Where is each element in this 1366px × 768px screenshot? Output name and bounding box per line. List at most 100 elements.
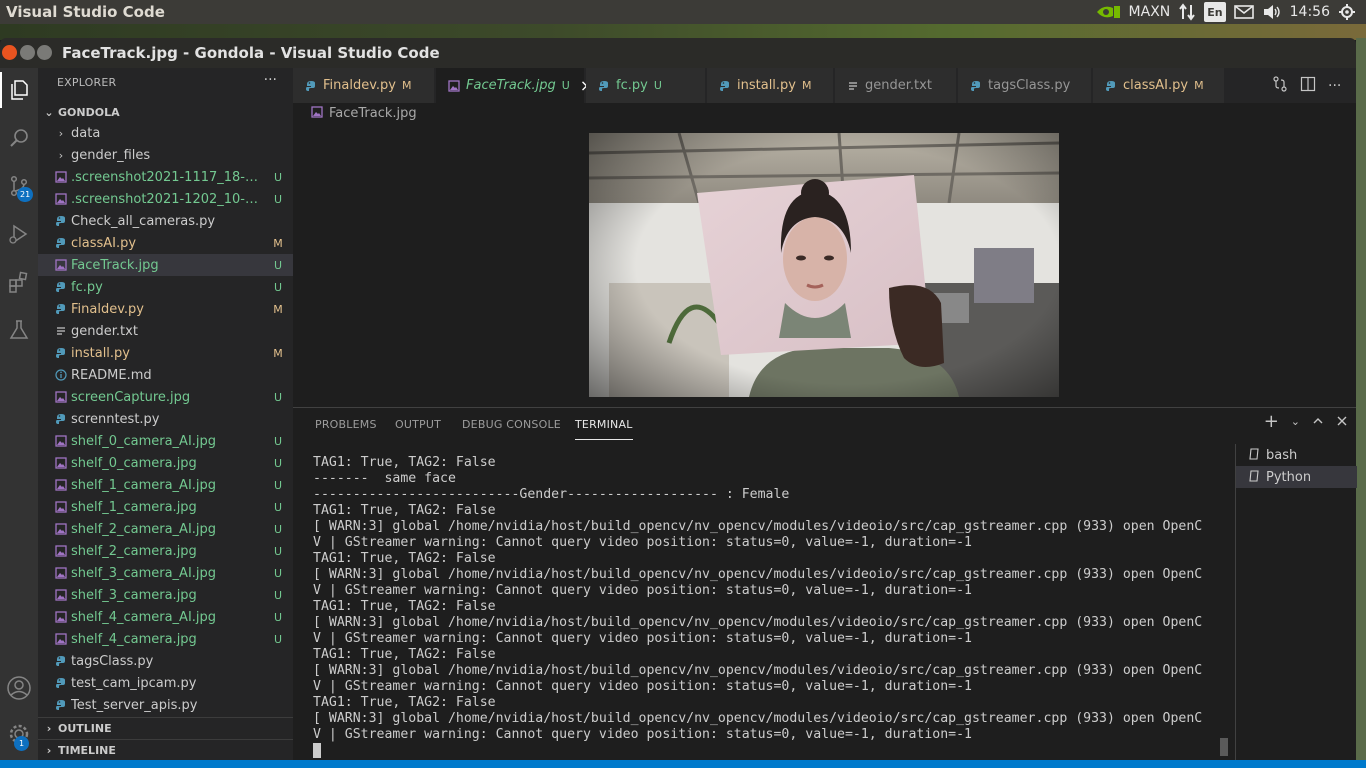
power-mode-label[interactable]: MAXN: [1129, 2, 1171, 22]
file-item[interactable]: README.md: [38, 364, 293, 386]
editor-tab[interactable]: tagsClass.py: [958, 68, 1092, 103]
file-name: data: [71, 125, 101, 141]
terminal-line: [ WARN:3] global /home/nvidia/host/build…: [313, 519, 1203, 534]
terminal-dropdown-icon[interactable]: ⌄: [1291, 415, 1300, 431]
folder-item[interactable]: › data: [38, 122, 293, 144]
tab-terminal[interactable]: TERMINAL: [575, 418, 633, 440]
active-app-title[interactable]: Visual Studio Code: [6, 3, 165, 21]
editor-tab[interactable]: Finaldev.py M: [293, 68, 435, 103]
breadcrumb[interactable]: FaceTrack.jpg: [293, 103, 1356, 123]
tab-label: gender.txt: [865, 78, 932, 93]
network-arrows-icon[interactable]: [1178, 2, 1196, 22]
more-actions-icon[interactable]: ···: [1328, 78, 1341, 94]
editor-tab[interactable]: FaceTrack.jpgU×: [436, 68, 593, 103]
terminal-item-bash[interactable]: bash: [1236, 444, 1357, 466]
image-file-icon: [54, 567, 68, 579]
tab-git-status: M: [1194, 79, 1204, 92]
window-close-button[interactable]: [2, 45, 17, 60]
maximize-panel-icon[interactable]: [1312, 415, 1324, 431]
file-item[interactable]: FaceTrack.jpg U: [38, 254, 293, 276]
keyboard-layout-indicator[interactable]: En: [1204, 2, 1226, 22]
file-item[interactable]: Finaldev.py M: [38, 298, 293, 320]
file-item[interactable]: shelf_0_camera_AI.jpg U: [38, 430, 293, 452]
outline-section[interactable]: › OUTLINE: [38, 717, 293, 739]
window-minimize-button[interactable]: [20, 45, 35, 60]
file-item[interactable]: gender.txt: [38, 320, 293, 342]
terminal-line: ------- same face: [313, 471, 456, 486]
git-status: M: [273, 346, 283, 360]
file-item[interactable]: tagsClass.py: [38, 650, 293, 672]
chevron-down-icon: ⌄: [44, 105, 54, 119]
file-item[interactable]: fc.py U: [38, 276, 293, 298]
power-settings-icon[interactable]: [1338, 2, 1356, 22]
mail-icon[interactable]: [1233, 2, 1254, 22]
python-file-icon: [1105, 80, 1117, 92]
file-name: shelf_3_camera_AI.jpg: [71, 565, 217, 581]
image-file-icon: [54, 611, 68, 623]
file-name: .screenshot2021-1202_10-12-...: [71, 191, 263, 207]
breadcrumb-file[interactable]: FaceTrack.jpg: [329, 106, 417, 121]
file-item[interactable]: shelf_2_camera.jpg U: [38, 540, 293, 562]
image-preview-editor: [293, 123, 1356, 407]
window-title-bar[interactable]: FaceTrack.jpg - Gondola - Visual Studio …: [0, 38, 1356, 68]
timeline-section[interactable]: › TIMELINE: [38, 739, 293, 761]
volume-icon[interactable]: [1262, 2, 1282, 22]
file-item[interactable]: shelf_4_camera.jpg U: [38, 628, 293, 650]
window-maximize-button[interactable]: [37, 45, 52, 60]
account-icon[interactable]: [0, 670, 38, 706]
file-item[interactable]: shelf_1_camera_AI.jpg U: [38, 474, 293, 496]
testing-icon[interactable]: [0, 312, 38, 348]
file-name: screnntest.py: [71, 411, 160, 427]
editor-tab[interactable]: gender.txt: [835, 68, 957, 103]
nvidia-icon[interactable]: [1095, 2, 1121, 22]
face-track-image[interactable]: [589, 133, 1059, 397]
editor-tab[interactable]: fc.py U: [586, 68, 706, 103]
file-name: test_cam_ipcam.py: [71, 675, 197, 691]
git-status: U: [273, 258, 283, 272]
terminal-prompt-line[interactable]: [313, 743, 1213, 761]
tab-debug-console[interactable]: DEBUG CONSOLE: [462, 418, 561, 431]
terminal-output[interactable]: TAG1: True, TAG2: False ------- same face…: [313, 455, 1213, 760]
file-item[interactable]: classAI.py M: [38, 232, 293, 254]
file-item[interactable]: .screenshot2021-1117_18-27-... U: [38, 166, 293, 188]
file-item[interactable]: Check_all_cameras.py: [38, 210, 293, 232]
editor-tab[interactable]: install.py M: [707, 68, 834, 103]
split-editor-icon[interactable]: [1300, 76, 1316, 96]
chevron-right-icon: ›: [58, 148, 64, 162]
manage-gear-icon[interactable]: 1: [0, 716, 38, 752]
file-item[interactable]: Test_server_apis.py: [38, 694, 293, 716]
search-icon[interactable]: [0, 120, 38, 156]
run-debug-icon[interactable]: [0, 216, 38, 252]
file-item[interactable]: install.py M: [38, 342, 293, 364]
explorer-icon[interactable]: [0, 72, 38, 108]
file-item[interactable]: test_cam_ipcam.py: [38, 672, 293, 694]
terminal-scrollbar[interactable]: [1220, 738, 1228, 756]
tab-output[interactable]: OUTPUT: [395, 418, 441, 431]
compare-changes-icon[interactable]: [1272, 75, 1288, 96]
terminal-item-python[interactable]: Python: [1236, 466, 1357, 488]
file-name: shelf_3_camera.jpg: [71, 587, 197, 603]
file-item[interactable]: shelf_3_camera_AI.jpg U: [38, 562, 293, 584]
close-panel-icon[interactable]: [1336, 415, 1348, 431]
tab-problems[interactable]: PROBLEMS: [315, 418, 377, 431]
tab-git-status: M: [401, 79, 412, 92]
folder-item[interactable]: › gender_files: [38, 144, 293, 166]
clock[interactable]: 14:56: [1290, 2, 1330, 22]
file-item[interactable]: shelf_4_camera_AI.jpg U: [38, 606, 293, 628]
file-item[interactable]: .screenshot2021-1202_10-12-... U: [38, 188, 293, 210]
source-control-icon[interactable]: 21: [0, 168, 38, 204]
file-item[interactable]: shelf_1_camera.jpg U: [38, 496, 293, 518]
new-terminal-icon[interactable]: +: [1264, 413, 1279, 431]
file-item[interactable]: shelf_0_camera.jpg U: [38, 452, 293, 474]
extensions-icon[interactable]: [0, 264, 38, 300]
python-file-icon: [54, 237, 68, 249]
file-item[interactable]: screenCapture.jpg U: [38, 386, 293, 408]
folder-section-gondola[interactable]: ⌄ GONDOLA: [38, 101, 293, 123]
status-bar[interactable]: [0, 760, 1366, 768]
git-status: U: [273, 280, 283, 294]
explorer-more-actions-icon[interactable]: ···: [264, 72, 277, 88]
file-item[interactable]: shelf_3_camera.jpg U: [38, 584, 293, 606]
file-item[interactable]: shelf_2_camera_AI.jpg U: [38, 518, 293, 540]
editor-tab[interactable]: classAI.py M: [1093, 68, 1225, 103]
file-item[interactable]: screnntest.py: [38, 408, 293, 430]
